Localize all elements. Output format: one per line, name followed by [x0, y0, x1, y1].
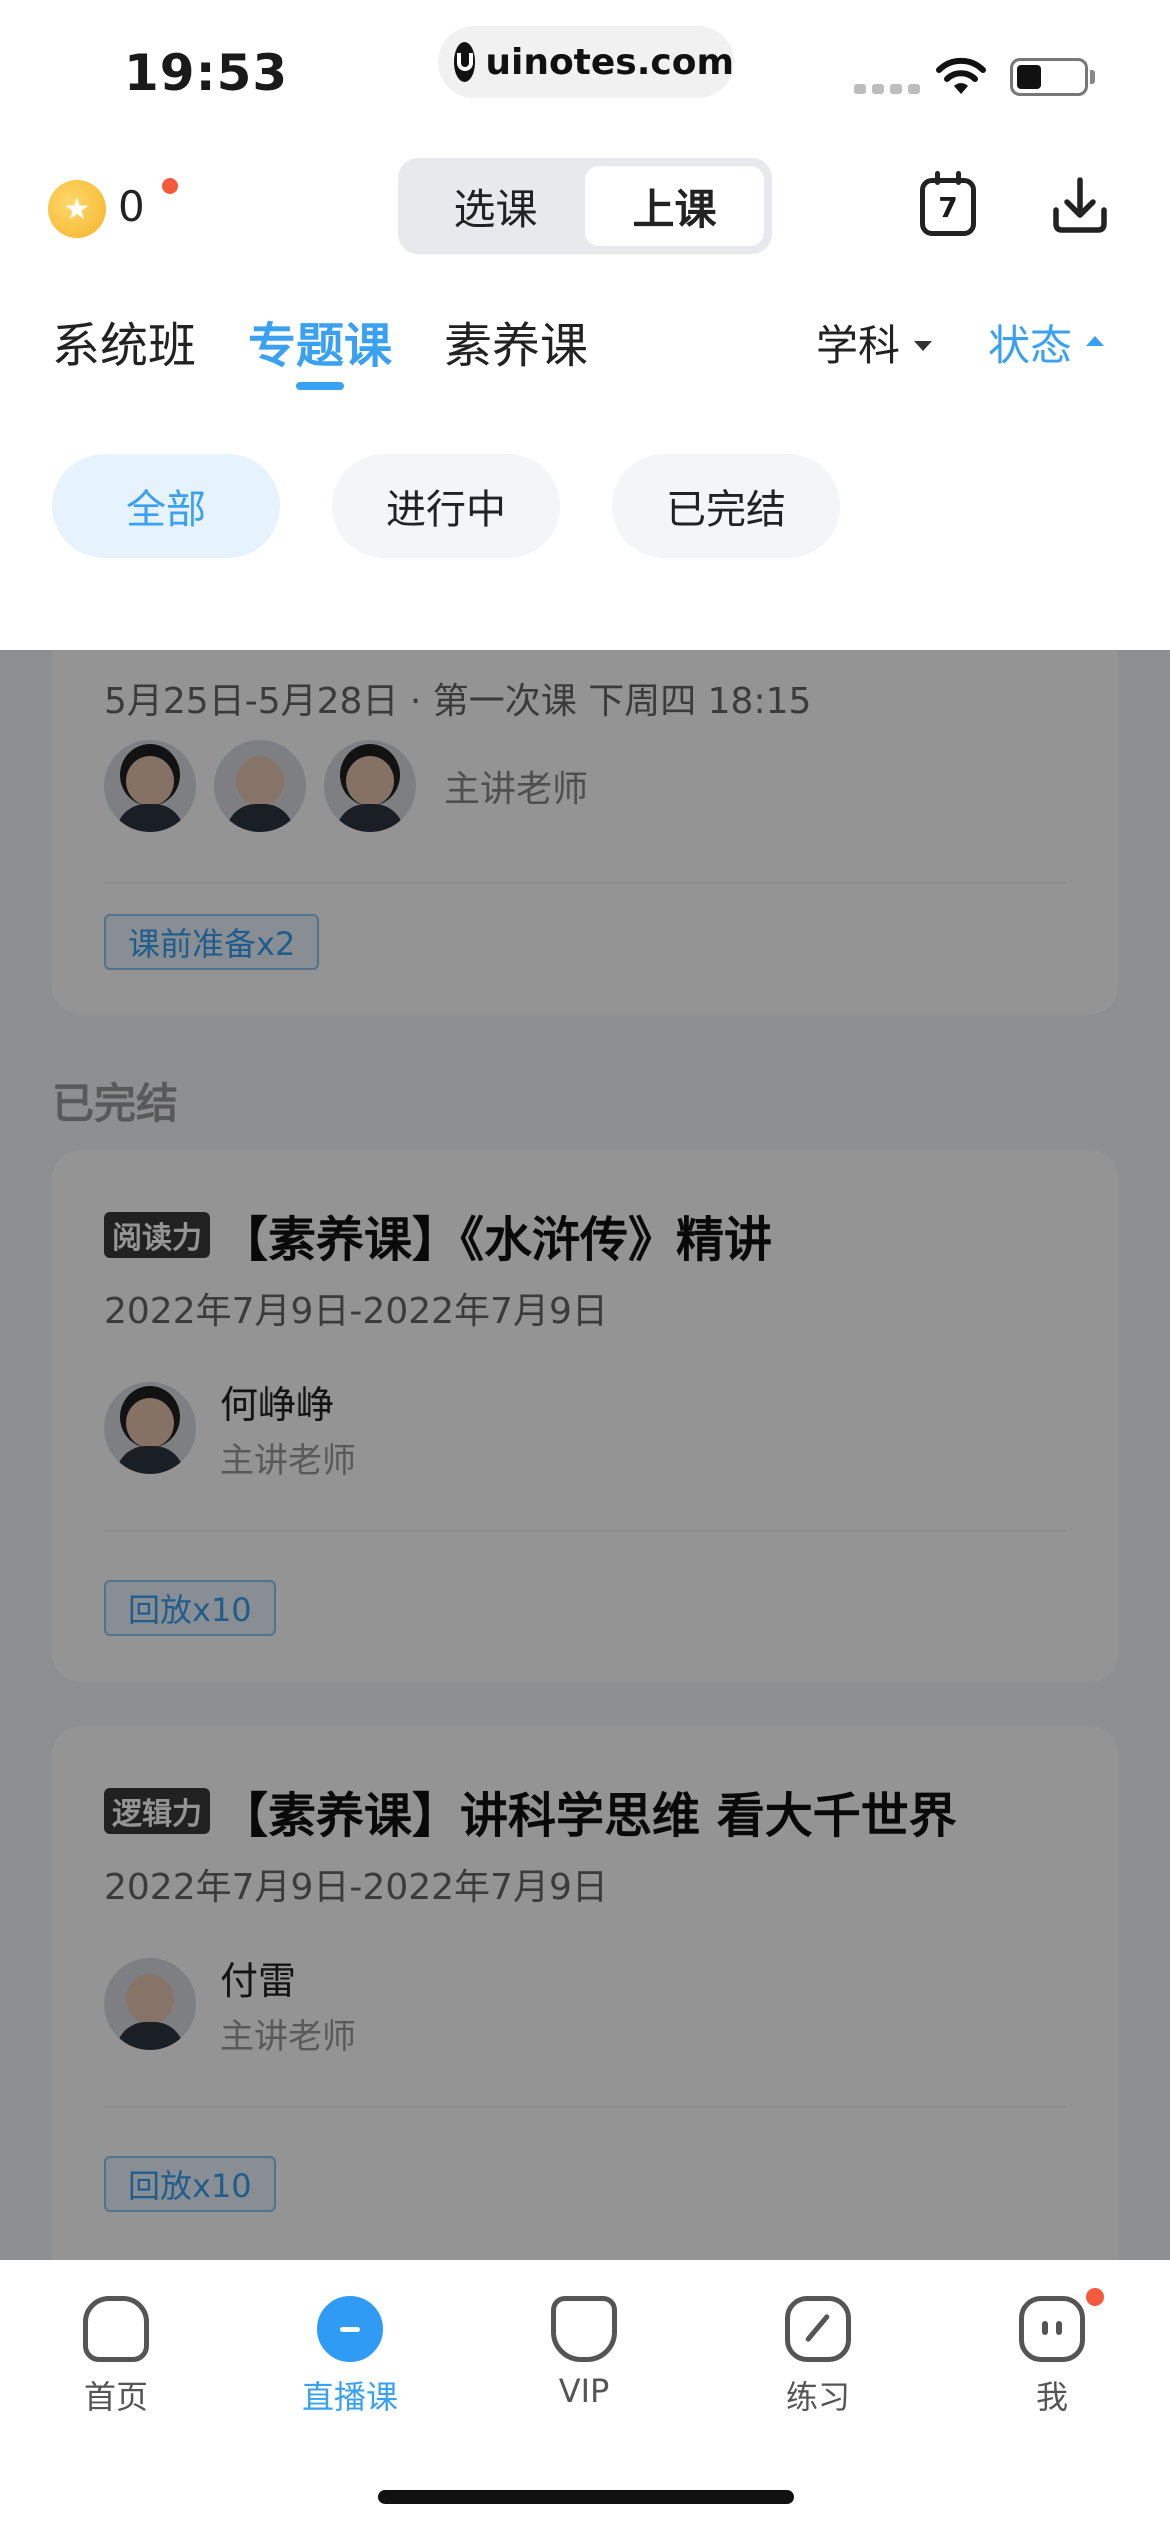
subject-filter-label: 学科 — [816, 321, 901, 370]
status-filter-label: 状态 — [988, 321, 1073, 370]
coin-icon[interactable]: ★ — [48, 180, 106, 238]
cellular-signal-icon — [854, 84, 920, 94]
status-filter[interactable]: 状态 — [988, 312, 1105, 373]
subject-filter[interactable]: 学科 — [816, 312, 933, 373]
home-indicator — [378, 2490, 794, 2504]
chip-all[interactable]: 全部 — [52, 454, 280, 558]
chip-in-progress[interactable]: 进行中 — [332, 454, 560, 558]
nav-label: 首页 — [83, 2378, 148, 2416]
home-icon — [83, 2296, 149, 2362]
me-icon — [1019, 2296, 1085, 2362]
nav-live[interactable]: 直播课 — [270, 2296, 430, 2418]
segment-select-course[interactable]: 选课 — [406, 166, 585, 246]
nav-label: VIP — [558, 2372, 610, 2410]
nav-me[interactable]: 我 — [972, 2296, 1132, 2418]
live-icon — [317, 2296, 383, 2362]
calendar-day: 7 — [938, 190, 958, 224]
vip-icon — [551, 2296, 617, 2362]
chevron-up-icon — [1086, 335, 1105, 346]
tab-system-class[interactable]: 系统班 — [52, 306, 196, 376]
segment-attend-class[interactable]: 上课 — [585, 166, 764, 246]
notification-dot — [162, 178, 178, 194]
tab-literacy-class[interactable]: 素养课 — [444, 306, 588, 376]
status-time: 19:53 — [124, 44, 289, 102]
battery-icon — [1010, 58, 1088, 96]
nav-label: 直播课 — [301, 2378, 398, 2416]
coin-count: 0 — [118, 182, 145, 231]
wifi-icon — [936, 57, 986, 94]
notification-dot — [1086, 2288, 1104, 2306]
practice-icon — [785, 2296, 851, 2362]
mode-switch: 选课 上课 — [398, 158, 772, 254]
status-bar: 19:53 uinotes.com — [0, 0, 1170, 140]
calendar-icon[interactable]: 7 — [920, 171, 976, 236]
nav-practice[interactable]: 练习 — [738, 2296, 898, 2418]
nav-home[interactable]: 首页 — [36, 2296, 196, 2418]
url-pill[interactable]: uinotes.com — [438, 26, 734, 98]
url-text: uinotes.com — [485, 41, 734, 83]
battery-nub — [1090, 70, 1095, 84]
chip-finished[interactable]: 已完结 — [612, 454, 840, 558]
chevron-down-icon — [914, 340, 933, 351]
nav-label: 我 — [1035, 2378, 1068, 2416]
active-tab-indicator — [296, 382, 344, 390]
site-logo-icon — [454, 42, 476, 82]
download-icon[interactable] — [1050, 174, 1110, 238]
nav-vip[interactable]: VIP — [504, 2296, 664, 2410]
nav-label: 练习 — [785, 2378, 850, 2416]
dim-overlay[interactable] — [0, 650, 1170, 2260]
tab-topic-class[interactable]: 专题课 — [248, 306, 392, 376]
